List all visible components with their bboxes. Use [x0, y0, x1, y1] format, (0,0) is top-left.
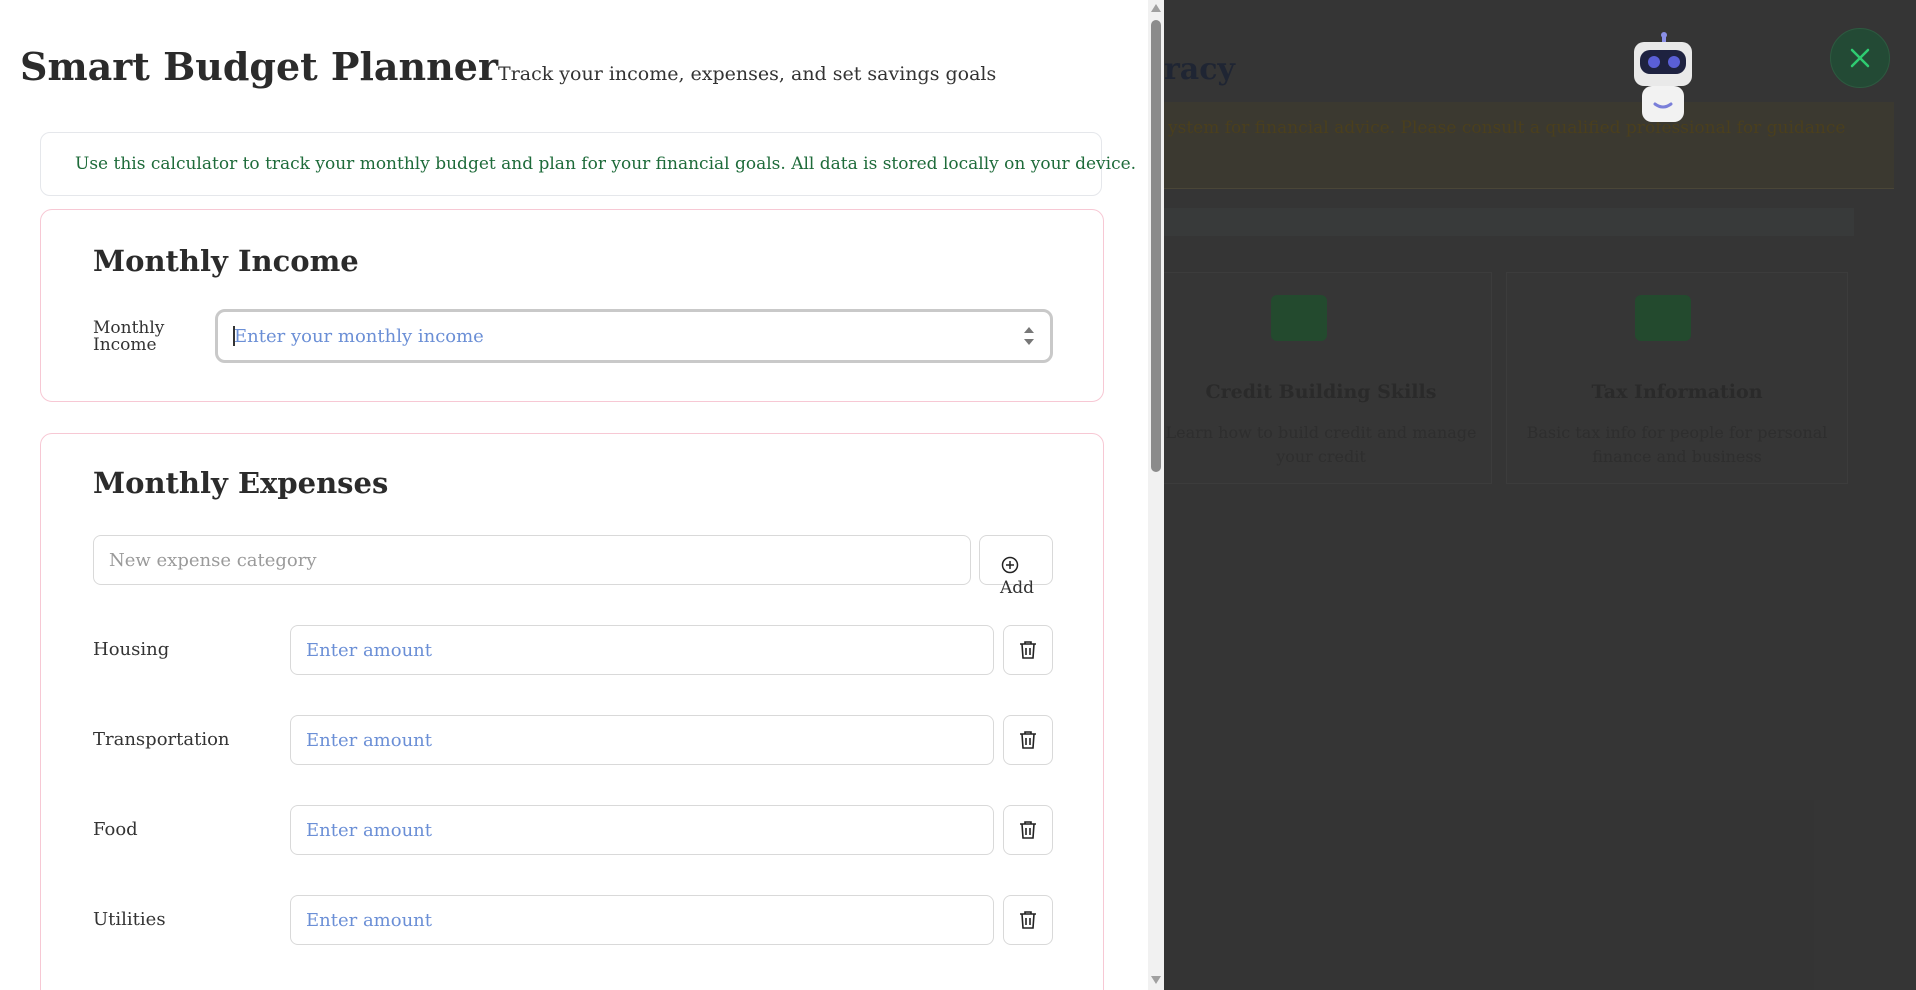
- expenses-card: Monthly Expenses Add Housing Transportat…: [40, 433, 1104, 990]
- scroll-down-arrow-icon[interactable]: [1151, 976, 1161, 984]
- new-expense-category-input[interactable]: [93, 535, 971, 585]
- card-title: Tax Information: [1591, 381, 1763, 403]
- card-icon: [1271, 295, 1327, 341]
- monthly-income-input[interactable]: [215, 309, 1053, 363]
- trash-icon: [1020, 731, 1036, 749]
- budget-planner-panel: Smart Budget Planner Track your income, …: [0, 0, 1148, 990]
- trash-icon: [1020, 641, 1036, 659]
- delete-utilities-button[interactable]: [1003, 895, 1053, 945]
- income-card: Monthly Income Monthly Income: [40, 209, 1104, 402]
- expense-label-transportation: Transportation: [93, 729, 230, 750]
- add-label: Add: [1000, 578, 1035, 598]
- add-category-button[interactable]: Add: [979, 535, 1053, 598]
- income-label: Monthly Income: [93, 318, 165, 355]
- expense-amount-utilities[interactable]: [290, 895, 994, 945]
- background-bar: [1164, 208, 1854, 236]
- close-button[interactable]: [1830, 28, 1890, 88]
- expense-label-utilities: Utilities: [93, 909, 166, 930]
- header: Smart Budget Planner Track your income, …: [20, 44, 996, 89]
- plus-circle-icon: [1001, 556, 1019, 574]
- number-spinner-icon[interactable]: [1023, 324, 1035, 348]
- scroll-up-arrow-icon[interactable]: [1151, 4, 1161, 12]
- expenses-title: Monthly Expenses: [93, 466, 389, 500]
- robot-mascot-icon[interactable]: [1632, 28, 1694, 126]
- card-desc: Learn how to build credit and manage you…: [1165, 423, 1477, 466]
- vertical-scrollbar[interactable]: [1148, 0, 1164, 990]
- card-title: Credit Building Skills: [1205, 381, 1437, 403]
- expense-amount-food[interactable]: [290, 805, 994, 855]
- background-card-tax: Tax Information Basic tax info for peopl…: [1506, 272, 1848, 484]
- info-text: Use this calculator to track your monthl…: [75, 154, 1137, 174]
- background-card-credit: Credit Building Skills Learn how to buil…: [1150, 272, 1492, 484]
- expense-amount-transportation[interactable]: [290, 715, 994, 765]
- income-title: Monthly Income: [93, 244, 359, 278]
- scroll-thumb[interactable]: [1151, 20, 1161, 472]
- delete-food-button[interactable]: [1003, 805, 1053, 855]
- info-box: Use this calculator to track your monthl…: [40, 132, 1136, 196]
- text-caret: [233, 326, 235, 346]
- background-title: racy: [1164, 52, 1235, 87]
- trash-icon: [1020, 821, 1036, 839]
- card-icon: [1635, 295, 1691, 341]
- close-icon: [1850, 48, 1870, 68]
- page-title: Smart Budget Planner: [20, 44, 499, 89]
- background-alert: [1164, 102, 1894, 189]
- background-alert-text: ystem for financial advice. Please consu…: [1168, 118, 1846, 138]
- card-desc: Basic tax info for people for personal f…: [1526, 423, 1828, 466]
- page-subtitle: Track your income, expenses, and set sav…: [498, 63, 997, 85]
- expense-label-housing: Housing: [93, 639, 170, 660]
- background-footer: [1164, 800, 1814, 990]
- expense-amount-housing[interactable]: [290, 625, 994, 675]
- trash-icon: [1020, 911, 1036, 929]
- delete-housing-button[interactable]: [1003, 625, 1053, 675]
- delete-transportation-button[interactable]: [1003, 715, 1053, 765]
- expense-label-food: Food: [93, 819, 138, 840]
